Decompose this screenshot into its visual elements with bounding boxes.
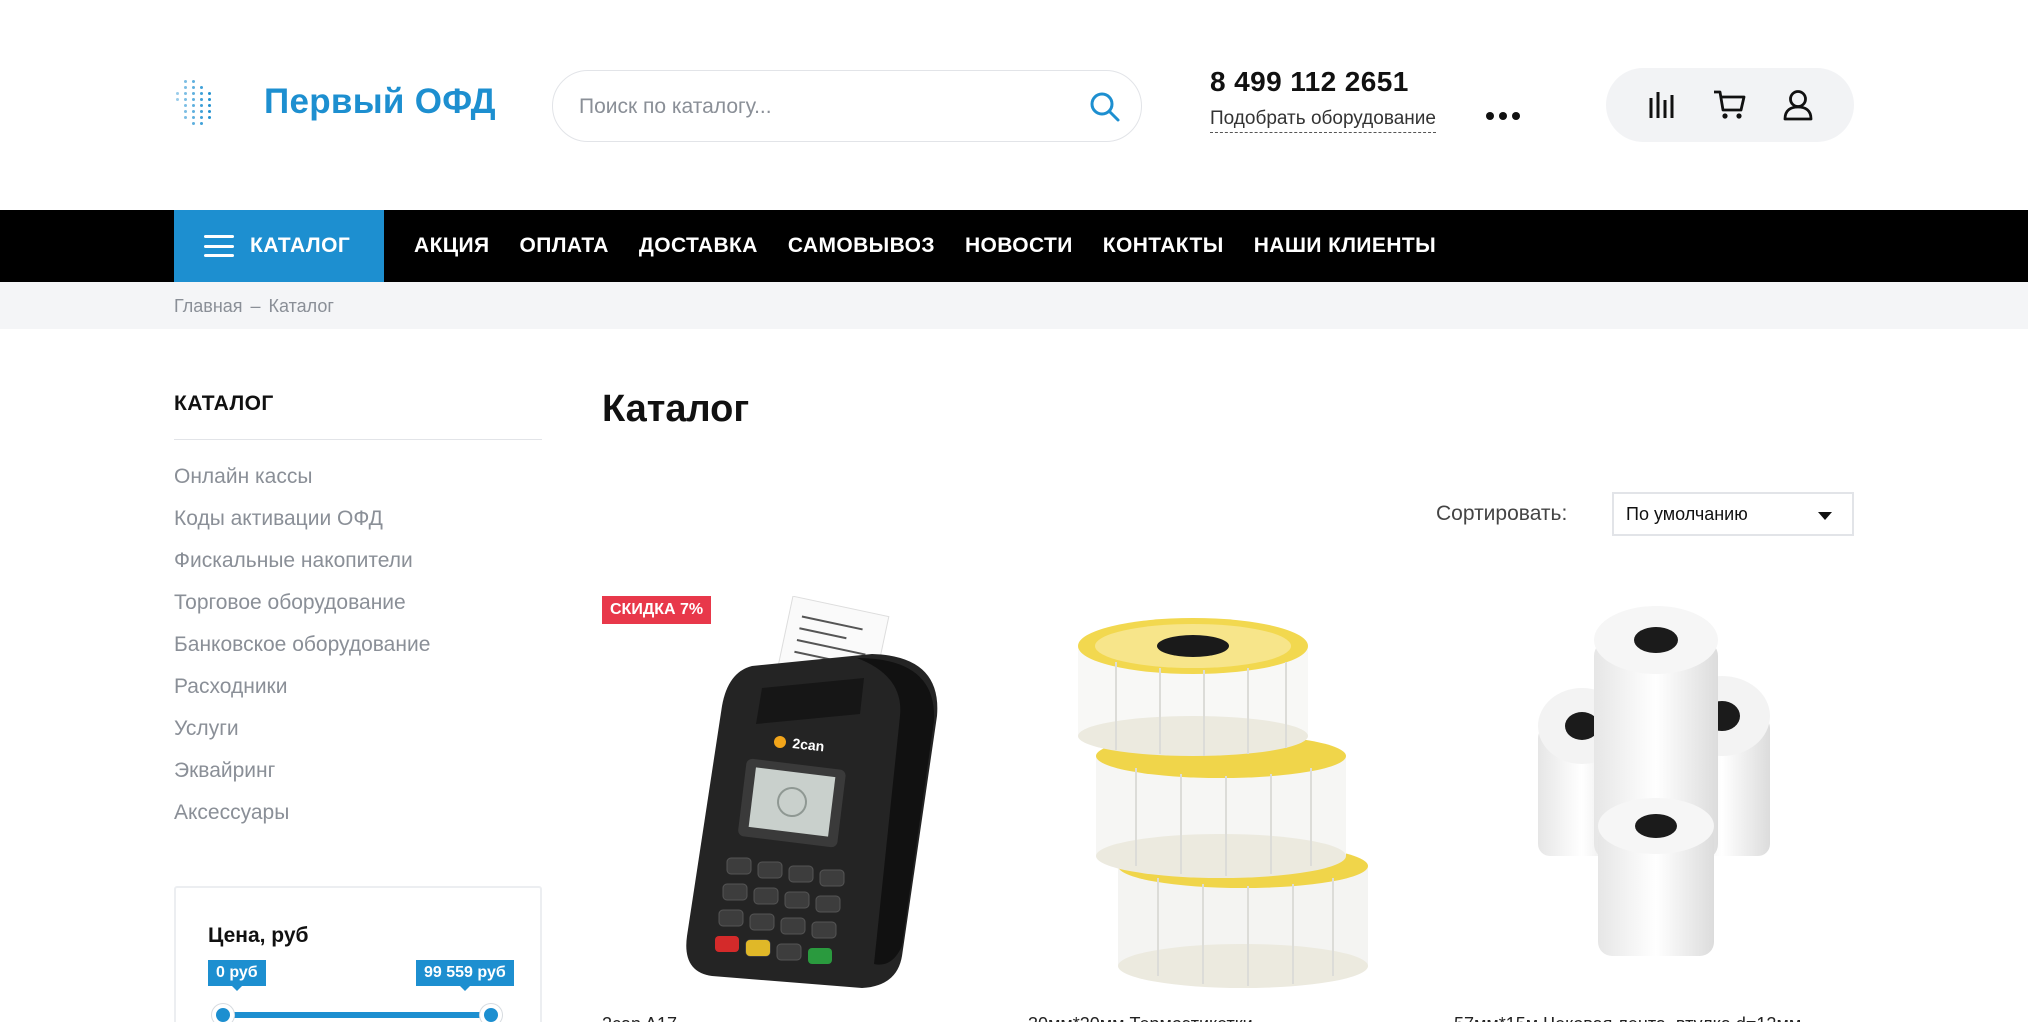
sidebar-item-acquiring[interactable]: Эквайринг xyxy=(174,756,430,798)
sort-select[interactable]: По умолчанию xyxy=(1612,492,1854,536)
compare-button[interactable] xyxy=(1640,83,1684,127)
sidebar-item-services[interactable]: Услуги xyxy=(174,714,430,756)
sidebar-title: КАТАЛОГ xyxy=(174,392,274,415)
discount-badge: СКИДКА 7% xyxy=(602,596,712,624)
sidebar-item-trade-equipment[interactable]: Торговое оборудование xyxy=(174,588,430,630)
nav-links: АКЦИЯ ОПЛАТА ДОСТАВКА САМОВЫВОЗ НОВОСТИ … xyxy=(414,210,1436,282)
price-filter: Цена, руб 0 руб 99 559 руб xyxy=(174,886,542,1022)
sidebar-item-consumables[interactable]: Расходники xyxy=(174,672,430,714)
chevron-down-icon xyxy=(1818,512,1832,520)
breadcrumb: Главная – Каталог xyxy=(174,296,334,317)
catalog-menu-button[interactable]: КАТАЛОГ xyxy=(174,210,384,282)
sidebar-item-ofd-codes[interactable]: Коды активации ОФД xyxy=(174,504,430,546)
breadcrumb-home[interactable]: Главная xyxy=(174,296,243,317)
sidebar-item-fiscal-drives[interactable]: Фискальные накопители xyxy=(174,546,430,588)
nav-link-contacts[interactable]: КОНТАКТЫ xyxy=(1103,234,1224,258)
price-min-handle[interactable] xyxy=(212,1004,234,1022)
product-card[interactable]: 30мм*20мм Термоэтикетки xyxy=(1028,596,1428,1022)
breadcrumb-current: Каталог xyxy=(268,296,334,316)
search-button[interactable] xyxy=(1085,87,1125,127)
label-rolls-image xyxy=(1078,618,1368,988)
cart-icon xyxy=(1714,90,1746,119)
sort-label: Сортировать: xyxy=(1436,502,1568,525)
price-min-label: 0 руб xyxy=(208,960,266,991)
receipt-rolls-image xyxy=(1538,606,1770,956)
search-input[interactable] xyxy=(579,89,1049,125)
account-button[interactable] xyxy=(1776,83,1820,127)
price-max-handle[interactable] xyxy=(480,1004,502,1022)
logo-text: Первый ОФД xyxy=(264,82,496,121)
nav-link-pickup[interactable]: САМОВЫВОЗ xyxy=(788,234,935,258)
price-max-label: 99 559 руб xyxy=(416,960,514,991)
logo[interactable]: Первый ОФД xyxy=(174,78,496,126)
nav-link-payment[interactable]: ОПЛАТА xyxy=(520,234,609,258)
menu-icon xyxy=(204,235,234,257)
main-nav: КАТАЛОГ АКЦИЯ ОПЛАТА ДОСТАВКА САМОВЫВОЗ … xyxy=(0,210,2028,282)
sidebar-item-accessories[interactable]: Аксессуары xyxy=(174,798,430,840)
page-title: Каталог xyxy=(602,388,750,430)
price-range-track xyxy=(224,1012,490,1018)
sort-selected-value: По умолчанию xyxy=(1626,503,1748,524)
product-card[interactable]: 57мм*15м Чековая лента, втулка d=12мм xyxy=(1454,596,1854,1022)
nav-link-news[interactable]: НОВОСТИ xyxy=(965,234,1073,258)
search-icon xyxy=(1090,92,1120,122)
sidebar-item-bank-equipment[interactable]: Банковское оборудование xyxy=(174,630,430,672)
search-box xyxy=(552,70,1142,142)
cart-button[interactable] xyxy=(1708,83,1752,127)
nav-link-clients[interactable]: НАШИ КЛИЕНТЫ xyxy=(1254,234,1436,258)
sidebar-divider xyxy=(174,439,542,440)
price-filter-title: Цена, руб xyxy=(208,924,309,947)
catalog-menu-label: КАТАЛОГ xyxy=(250,234,351,257)
product-name[interactable]: 30мм*20мм Термоэтикетки xyxy=(1028,1014,1428,1022)
product-name[interactable]: 2can A17 xyxy=(602,1014,1002,1022)
more-dots-icon[interactable] xyxy=(1486,112,1520,120)
site-header: Первый ОФД 8 499 112 2651 Подобрать обор… xyxy=(0,0,2028,210)
payment-terminal-image: 2can xyxy=(686,596,938,988)
nav-link-delivery[interactable]: ДОСТАВКА xyxy=(639,234,758,258)
nav-link-promo[interactable]: АКЦИЯ xyxy=(414,234,490,258)
compare-icon xyxy=(1649,92,1674,118)
logo-dots-icon xyxy=(174,78,214,126)
sidebar-item-online-cash[interactable]: Онлайн кассы xyxy=(174,462,430,504)
sidebar-category-list: Онлайн кассы Коды активации ОФД Фискальн… xyxy=(174,462,430,840)
pick-equipment-link[interactable]: Подобрать оборудование xyxy=(1210,108,1436,133)
user-icon xyxy=(1783,90,1813,121)
breadcrumb-separator: – xyxy=(250,296,261,316)
header-actions xyxy=(1606,68,1854,142)
product-card[interactable]: СКИДКА 7% 2can xyxy=(602,596,1002,1022)
phone-number[interactable]: 8 499 112 2651 xyxy=(1210,66,1409,98)
breadcrumb-bar: Главная – Каталог xyxy=(0,282,2028,329)
svg-text:2can: 2can xyxy=(792,735,825,754)
product-name[interactable]: 57мм*15м Чековая лента, втулка d=12мм xyxy=(1454,1014,1854,1022)
